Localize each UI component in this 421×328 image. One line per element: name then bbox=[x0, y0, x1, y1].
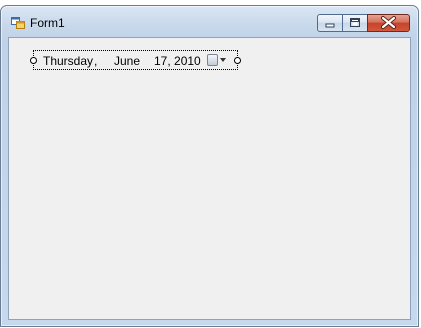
caption-buttons bbox=[317, 14, 410, 32]
calendar-dropdown-icon bbox=[207, 54, 218, 66]
close-icon bbox=[381, 16, 396, 29]
maximize-icon bbox=[350, 18, 360, 27]
title-bar[interactable]: Form1 bbox=[1, 6, 418, 37]
resize-handle-right[interactable] bbox=[234, 57, 241, 64]
maximize-button[interactable] bbox=[342, 14, 368, 32]
close-button[interactable] bbox=[367, 14, 410, 32]
minimize-button[interactable] bbox=[317, 14, 343, 32]
chevron-down-icon bbox=[220, 58, 226, 62]
form-client-area: Thursday , June 17, 2010 bbox=[8, 37, 411, 320]
date-year-field[interactable]: 17, 2010 bbox=[154, 54, 201, 68]
calendar-dropdown-button[interactable] bbox=[207, 53, 229, 67]
minimize-icon bbox=[325, 23, 335, 28]
date-time-picker[interactable]: Thursday , June 17, 2010 bbox=[30, 50, 241, 70]
form-window: Form1 Thursday , June 17, 2010 bbox=[0, 5, 419, 327]
day-of-week-field[interactable]: Thursday bbox=[43, 54, 93, 68]
month-field[interactable]: June bbox=[114, 54, 140, 68]
date-separator: , bbox=[94, 54, 98, 68]
window-title: Form1 bbox=[30, 16, 65, 30]
resize-handle-left[interactable] bbox=[30, 57, 37, 64]
form-app-icon bbox=[11, 17, 25, 29]
